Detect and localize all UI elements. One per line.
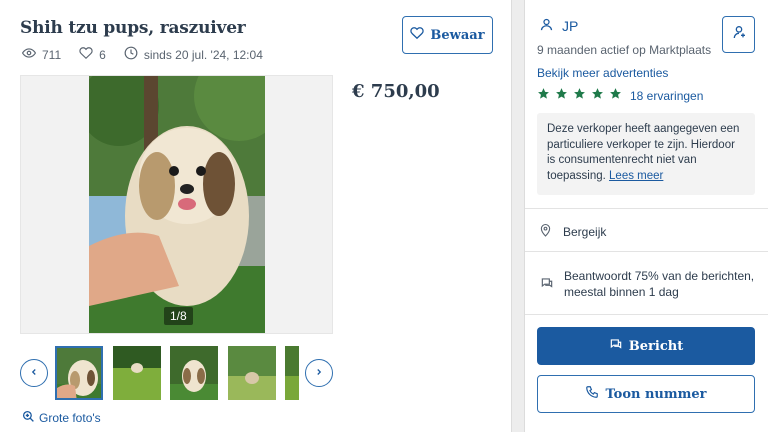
large-photos-link[interactable]: Grote foto's	[22, 410, 101, 426]
heart-icon	[410, 26, 430, 44]
show-phone-button[interactable]: Toon nummer	[537, 375, 755, 413]
thumbnail[interactable]	[55, 346, 103, 400]
thumbnail[interactable]	[113, 346, 161, 400]
user-icon	[539, 17, 562, 35]
star-icon	[609, 87, 622, 105]
page: Shih tzu pups, raszuiver 711 6 sinds 20 …	[0, 0, 768, 432]
seller-panel	[524, 0, 768, 432]
message-button[interactable]: Bericht	[537, 327, 755, 365]
divider	[525, 251, 768, 252]
listing-title: Shih tzu pups, raszuiver	[20, 18, 246, 38]
chat-icon	[540, 268, 564, 294]
thumbnail[interactable]	[228, 346, 276, 400]
views-stat: 711	[21, 46, 62, 63]
phone-icon	[585, 385, 605, 403]
star-icon	[573, 87, 586, 105]
reviews-count: 18 ervaringen	[630, 89, 704, 103]
zoom-icon	[22, 410, 39, 426]
thumbnail[interactable]	[170, 346, 218, 400]
photo-gallery[interactable]: 1/8	[20, 75, 333, 334]
photo-counter: 1/8	[164, 307, 193, 325]
seller-name: JP	[562, 18, 579, 34]
response-line-1: Beantwoordt 75% van de berichten,	[564, 269, 755, 283]
consumer-law-notice: Deze verkoper heeft aangegeven een parti…	[537, 113, 755, 195]
seller-active-since: 9 maanden actief op Marktplaats	[537, 43, 712, 57]
thumbnail[interactable]	[285, 346, 299, 400]
heart-icon	[79, 46, 99, 63]
favorites-stat: 6	[79, 46, 106, 63]
star-icon	[591, 87, 604, 105]
location-pin-icon	[540, 223, 563, 240]
chat-icon	[609, 337, 629, 355]
listing-date: sinds 20 jul. '24, 12:04	[143, 47, 263, 62]
response-rate: Beantwoordt 75% van de berichten, meesta…	[540, 268, 754, 300]
chevron-left-icon	[29, 364, 39, 382]
views-count: 711	[42, 47, 62, 62]
favorites-count: 6	[99, 47, 106, 62]
date-stat: sinds 20 jul. '24, 12:04	[124, 46, 263, 63]
large-photos-label: Grote foto's	[39, 411, 101, 425]
listing-stats: 711 6 sinds 20 jul. '24, 12:04	[21, 46, 281, 63]
read-more-link[interactable]: Lees meer	[609, 170, 663, 182]
follow-seller-button[interactable]	[722, 16, 755, 53]
divider	[525, 314, 768, 315]
response-line-2: meestal binnen 1 dag	[564, 285, 679, 299]
save-button[interactable]: Bewaar	[402, 16, 493, 54]
message-label: Bericht	[628, 338, 684, 354]
prev-photo-button[interactable]	[20, 359, 48, 387]
main-photo[interactable]	[89, 76, 265, 333]
save-label: Bewaar	[430, 27, 485, 43]
phone-label: Toon nummer	[605, 386, 707, 402]
seller-name-link[interactable]: JP	[539, 17, 578, 35]
seller-location: Bergeijk	[540, 223, 606, 240]
clock-icon	[124, 46, 144, 63]
seller-rating[interactable]: 18 ervaringen	[537, 87, 703, 105]
listing-panel: Shih tzu pups, raszuiver 711 6 sinds 20 …	[0, 0, 512, 432]
price: € 750,00	[352, 81, 440, 102]
next-photo-button[interactable]	[305, 359, 333, 387]
follow-icon	[731, 24, 747, 45]
eye-icon	[21, 46, 42, 63]
divider	[525, 208, 768, 209]
chevron-right-icon	[314, 364, 324, 382]
location-text: Bergeijk	[563, 224, 607, 239]
more-ads-link[interactable]: Bekijk meer advertenties	[537, 66, 668, 80]
star-icon	[537, 87, 550, 105]
thumbnail-strip	[55, 346, 299, 400]
star-icon	[555, 87, 568, 105]
